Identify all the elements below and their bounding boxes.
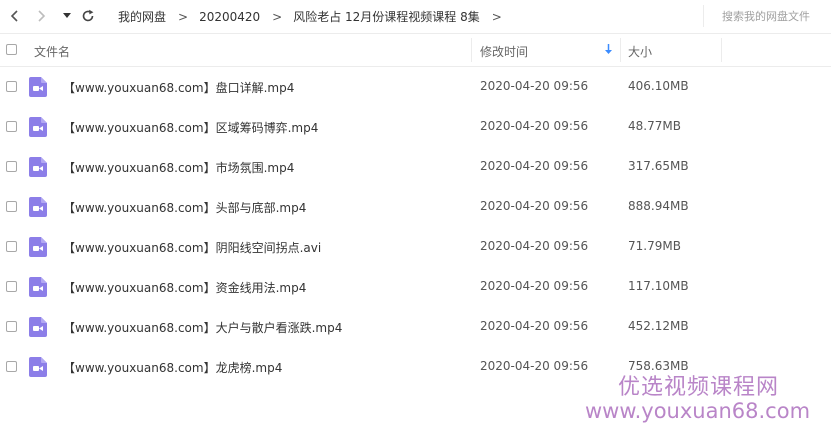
file-size: 406.10MB bbox=[628, 79, 689, 93]
chevron-right-icon bbox=[38, 10, 46, 22]
column-header-modified[interactable]: 修改时间 bbox=[480, 43, 528, 60]
sort-desc-arrow-icon[interactable] bbox=[604, 43, 613, 55]
file-size: 117.10MB bbox=[628, 279, 689, 293]
file-modified: 2020-04-20 09:56 bbox=[480, 159, 589, 173]
column-divider[interactable] bbox=[721, 38, 722, 62]
video-file-icon bbox=[29, 157, 47, 177]
file-modified: 2020-04-20 09:56 bbox=[480, 119, 589, 133]
watermark-url: www.youxuan68.com bbox=[585, 399, 811, 423]
video-file-icon bbox=[29, 117, 47, 137]
row-checkbox[interactable] bbox=[6, 241, 17, 252]
file-name[interactable]: 【www.youxuan68.com】资金线用法.mp4 bbox=[63, 279, 306, 296]
row-checkbox[interactable] bbox=[6, 81, 17, 92]
row-checkbox[interactable] bbox=[6, 321, 17, 332]
breadcrumb-separator: > bbox=[491, 9, 502, 24]
chevron-left-icon bbox=[10, 10, 18, 22]
breadcrumb-item-date-folder[interactable]: 20200420 bbox=[199, 10, 260, 24]
file-row[interactable]: 【www.youxuan68.com】市场氛围.mp4 2020-04-20 0… bbox=[0, 147, 831, 187]
file-row[interactable]: 【www.youxuan68.com】大户与散户看涨跌.mp4 2020-04-… bbox=[0, 307, 831, 347]
video-file-icon bbox=[29, 237, 47, 257]
video-file-icon bbox=[29, 277, 47, 297]
file-list-header: 文件名 修改时间 大小 bbox=[0, 34, 831, 67]
video-file-icon bbox=[29, 197, 47, 217]
file-name[interactable]: 【www.youxuan68.com】大户与散户看涨跌.mp4 bbox=[63, 319, 342, 336]
column-divider[interactable] bbox=[471, 38, 472, 62]
breadcrumb-item-root[interactable]: 我的网盘 bbox=[118, 8, 166, 25]
row-checkbox[interactable] bbox=[6, 161, 17, 172]
video-file-icon bbox=[29, 317, 47, 337]
file-size: 452.12MB bbox=[628, 319, 689, 333]
video-file-icon bbox=[29, 77, 47, 97]
file-modified: 2020-04-20 09:56 bbox=[480, 279, 589, 293]
file-modified: 2020-04-20 09:56 bbox=[480, 359, 589, 373]
file-modified: 2020-04-20 09:56 bbox=[480, 319, 589, 333]
file-name[interactable]: 【www.youxuan68.com】头部与底部.mp4 bbox=[63, 199, 306, 216]
file-row[interactable]: 【www.youxuan68.com】资金线用法.mp4 2020-04-20 … bbox=[0, 267, 831, 307]
column-header-name[interactable]: 文件名 bbox=[34, 43, 70, 60]
file-name[interactable]: 【www.youxuan68.com】盘口详解.mp4 bbox=[63, 79, 294, 96]
file-name[interactable]: 【www.youxuan68.com】市场氛围.mp4 bbox=[63, 159, 294, 176]
caret-down-icon bbox=[63, 13, 71, 18]
file-name[interactable]: 【www.youxuan68.com】阴阳线空间拐点.avi bbox=[63, 239, 321, 256]
file-row[interactable]: 【www.youxuan68.com】阴阳线空间拐点.avi 2020-04-2… bbox=[0, 227, 831, 267]
video-file-icon bbox=[29, 357, 47, 377]
breadcrumb-separator: > bbox=[178, 9, 189, 24]
breadcrumb-separator: > bbox=[272, 9, 283, 24]
file-size: 317.65MB bbox=[628, 159, 689, 173]
search-input[interactable] bbox=[703, 5, 831, 27]
top-bar: 我的网盘 > 20200420 > 风险老占 12月份课程视频课程 8集 > bbox=[0, 0, 831, 34]
file-browser: 我的网盘 > 20200420 > 风险老占 12月份课程视频课程 8集 > 文… bbox=[0, 0, 831, 432]
file-size: 71.79MB bbox=[628, 239, 681, 253]
column-divider[interactable] bbox=[620, 38, 621, 62]
watermark-title: 优选视频课程网 bbox=[618, 375, 780, 400]
file-modified: 2020-04-20 09:56 bbox=[480, 199, 589, 213]
refresh-button[interactable] bbox=[77, 5, 99, 27]
row-checkbox[interactable] bbox=[6, 201, 17, 212]
file-row[interactable]: 【www.youxuan68.com】头部与底部.mp4 2020-04-20 … bbox=[0, 187, 831, 227]
row-checkbox[interactable] bbox=[6, 361, 17, 372]
history-dropdown-button[interactable] bbox=[56, 5, 78, 27]
column-header-size[interactable]: 大小 bbox=[628, 43, 652, 60]
forward-button[interactable] bbox=[30, 5, 52, 27]
back-button[interactable] bbox=[4, 5, 26, 27]
file-size: 48.77MB bbox=[628, 119, 681, 133]
select-all-checkbox[interactable] bbox=[6, 44, 17, 55]
file-size: 888.94MB bbox=[628, 199, 689, 213]
breadcrumb-item-current-folder[interactable]: 风险老占 12月份课程视频课程 8集 bbox=[293, 8, 480, 25]
breadcrumb: 我的网盘 > 20200420 > 风险老占 12月份课程视频课程 8集 > bbox=[118, 0, 513, 33]
row-checkbox[interactable] bbox=[6, 281, 17, 292]
refresh-icon bbox=[82, 9, 94, 22]
file-modified: 2020-04-20 09:56 bbox=[480, 79, 589, 93]
file-row[interactable]: 【www.youxuan68.com】盘口详解.mp4 2020-04-20 0… bbox=[0, 67, 831, 107]
file-row[interactable]: 【www.youxuan68.com】区域筹码博弈.mp4 2020-04-20… bbox=[0, 107, 831, 147]
file-name[interactable]: 【www.youxuan68.com】龙虎榜.mp4 bbox=[63, 359, 282, 376]
file-name[interactable]: 【www.youxuan68.com】区域筹码博弈.mp4 bbox=[63, 119, 318, 136]
file-modified: 2020-04-20 09:56 bbox=[480, 239, 589, 253]
row-checkbox[interactable] bbox=[6, 121, 17, 132]
